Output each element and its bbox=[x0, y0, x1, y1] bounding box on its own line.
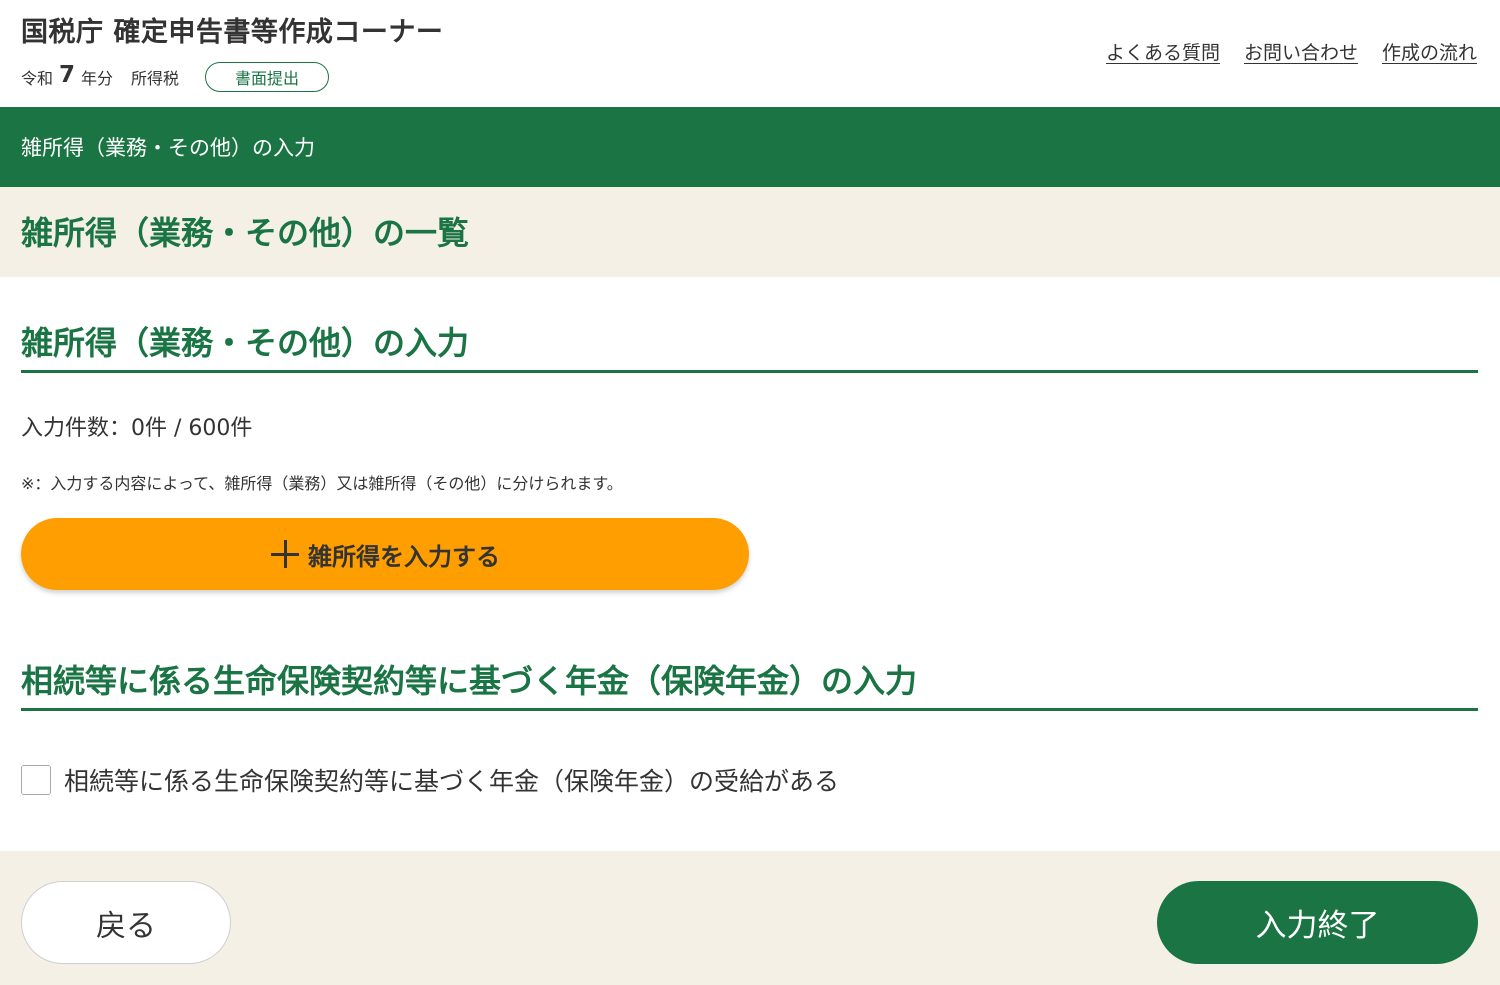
section-divider bbox=[21, 708, 1478, 711]
pension-checkbox[interactable] bbox=[21, 765, 51, 795]
add-button-label: 雑所得を入力する bbox=[308, 542, 500, 571]
plus-icon bbox=[270, 539, 300, 569]
era-label: 令和 bbox=[21, 69, 54, 88]
misc-income-section-title: 雑所得（業務・その他）の入力 bbox=[21, 324, 470, 362]
pension-checkbox-label[interactable]: 相続等に係る生命保険契約等に基づく年金（保険年金）の受給がある bbox=[64, 762, 839, 798]
back-button[interactable]: 戻る bbox=[21, 881, 231, 964]
header-links: よくある質問 お問い合わせ 作成の流れ bbox=[1106, 38, 1477, 65]
pension-checkbox-row[interactable]: 相続等に係る生命保険契約等に基づく年金（保険年金）の受給がある bbox=[21, 762, 839, 798]
page-title-bar: 雑所得（業務・その他）の入力 bbox=[0, 107, 1500, 187]
site-title: 国税庁 確定申告書等作成コーナー bbox=[21, 17, 444, 48]
faq-link[interactable]: よくある質問 bbox=[1106, 38, 1220, 65]
app-root: 国税庁 確定申告書等作成コーナー 令和 7 年分 所得税 書面提出 よくある質問… bbox=[0, 0, 1500, 985]
entry-count: 入力件数：0件 / 600件 bbox=[21, 416, 253, 441]
contact-link[interactable]: お問い合わせ bbox=[1244, 38, 1358, 65]
year-unit: 年分 bbox=[81, 69, 114, 88]
submission-method-badge: 書面提出 bbox=[205, 62, 330, 92]
tax-year-info: 令和 7 年分 所得税 書面提出 bbox=[21, 62, 330, 92]
header: 国税庁 確定申告書等作成コーナー 令和 7 年分 所得税 書面提出 よくある質問… bbox=[0, 0, 1500, 107]
page-title: 雑所得（業務・その他）の入力 bbox=[21, 136, 315, 160]
section-divider bbox=[21, 370, 1478, 373]
entry-note: ※：入力する内容によって、雑所得（業務）又は雑所得（その他）に分けられます。 bbox=[21, 474, 623, 493]
flow-link[interactable]: 作成の流れ bbox=[1382, 38, 1477, 65]
list-title: 雑所得（業務・その他）の一覧 bbox=[21, 214, 470, 252]
finish-input-button[interactable]: 入力終了 bbox=[1157, 881, 1478, 964]
pension-section-title: 相続等に係る生命保険契約等に基づく年金（保険年金）の入力 bbox=[21, 662, 918, 700]
add-misc-income-button[interactable]: 雑所得を入力する bbox=[21, 518, 749, 590]
tax-type: 所得税 bbox=[131, 69, 180, 88]
year-number: 7 bbox=[59, 62, 76, 88]
